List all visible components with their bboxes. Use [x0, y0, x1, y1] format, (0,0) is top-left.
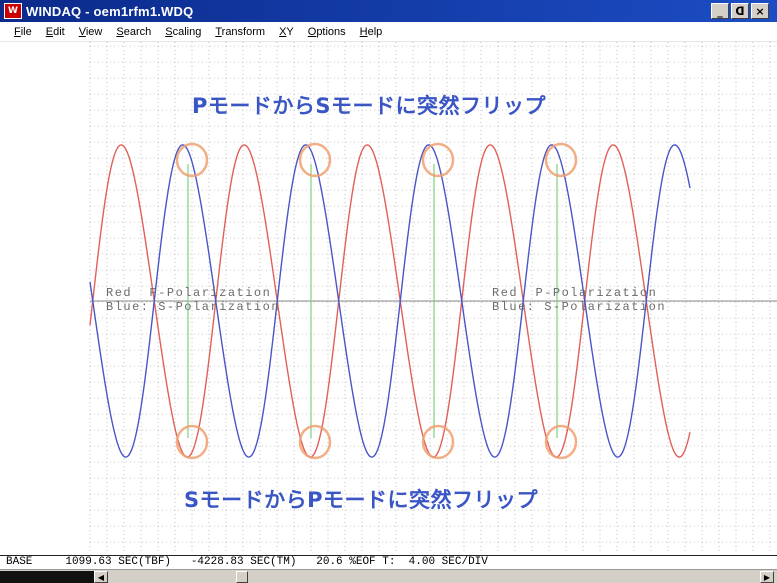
- scrollbar-track-shaded: [0, 571, 95, 583]
- menu-bar: File Edit View Search Scaling Transform …: [0, 22, 777, 42]
- menu-file[interactable]: File: [8, 26, 38, 38]
- windaq-app-icon[interactable]: W: [4, 3, 22, 19]
- menu-search[interactable]: Search: [110, 26, 157, 38]
- menu-options[interactable]: Options: [302, 26, 352, 38]
- title-bar: W WINDAQ - oem1rfm1.WDQ _ ᗡ ×: [0, 0, 777, 22]
- restore-button[interactable]: ᗡ: [731, 3, 749, 19]
- menu-scaling[interactable]: Scaling: [159, 26, 207, 38]
- waveform-plot[interactable]: PモードからSモードに突然フリップ SモードからPモードに突然フリップ Red …: [0, 42, 777, 554]
- annotation-s-to-p: SモードからPモードに突然フリップ: [184, 488, 539, 512]
- menu-edit[interactable]: Edit: [40, 26, 71, 38]
- legend-left: Red P-Polarization Blue: S-Polarization: [106, 286, 280, 314]
- minimize-button[interactable]: _: [711, 3, 729, 19]
- legend-right-blue: Blue: S-Polarization: [492, 300, 667, 314]
- menu-xy[interactable]: XY: [273, 26, 300, 38]
- annotation-p-to-s: PモードからSモードに突然フリップ: [192, 94, 547, 118]
- close-button[interactable]: ×: [751, 3, 769, 19]
- legend-left-blue: Blue: S-Polarization: [106, 300, 281, 314]
- window-title: WINDAQ - oem1rfm1.WDQ: [26, 3, 194, 19]
- legend-right: Red P-Polarization Blue: S-Polarization: [492, 286, 666, 314]
- horizontal-scrollbar[interactable]: ◀ ▶: [0, 569, 777, 583]
- status-bar: BASE 1099.63 SEC(TBF) -4228.83 SEC(TM) 2…: [0, 555, 777, 569]
- scroll-left-arrow-icon[interactable]: ◀: [94, 571, 108, 583]
- scrollbar-thumb[interactable]: [236, 571, 248, 583]
- legend-left-red: Red P-Polarization: [106, 286, 272, 300]
- menu-view[interactable]: View: [73, 26, 109, 38]
- menu-transform[interactable]: Transform: [209, 26, 271, 38]
- scroll-right-arrow-icon[interactable]: ▶: [760, 571, 774, 583]
- window-controls: _ ᗡ ×: [711, 3, 769, 19]
- legend-right-red: Red P-Polarization: [492, 286, 658, 300]
- menu-help[interactable]: Help: [354, 26, 389, 38]
